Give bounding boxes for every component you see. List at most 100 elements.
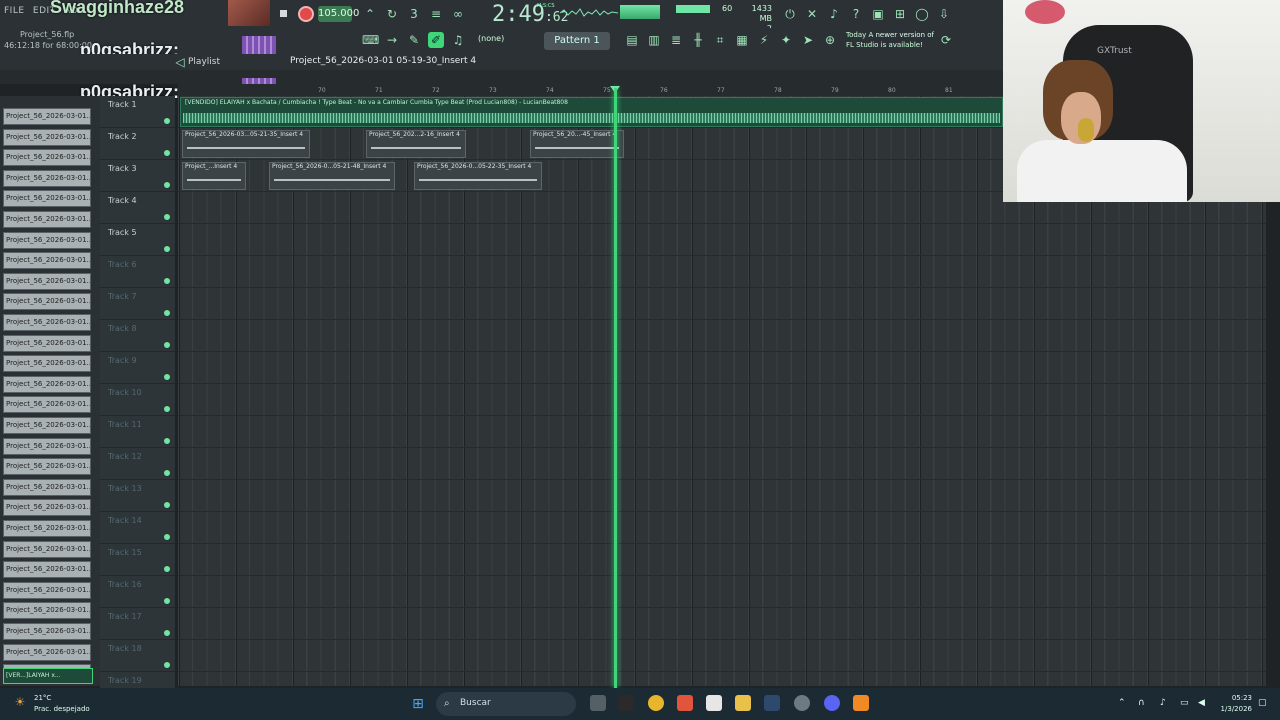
pattern-clip[interactable]: Project_56_20...-45_Insert 4 [530,130,624,158]
tools-icon[interactable]: ✕ [804,6,820,22]
plugin-icon[interactable]: ⌗ [712,32,728,48]
obs-icon[interactable] [794,695,810,711]
folder-icon[interactable] [735,695,751,711]
playhead[interactable] [614,88,617,688]
pattern-list-item[interactable]: Project_56_2026-03-01... [3,623,91,640]
track-header[interactable]: Track 14 [100,512,175,544]
pattern-list-item[interactable]: Project_56_2026-03-01... [3,293,91,311]
pattern-list-item[interactable]: Project_56_2026-03-01... [3,396,91,414]
track-header[interactable]: Track 17 [100,608,175,640]
mixer-sliders-icon[interactable]: ╫ [690,32,706,48]
pattern-list-item[interactable]: Project_56_2026-03-01... [3,540,91,558]
track-mute-led[interactable] [164,406,170,412]
discord-icon[interactable] [824,695,840,711]
notification-icon[interactable]: ▢ [1258,698,1267,708]
browser-icon[interactable]: ▦ [734,32,750,48]
pattern-list-item[interactable]: Project_56_2026-03-01... [3,334,91,352]
cart-icon[interactable]: ⊕ [822,32,838,48]
pattern-clip[interactable]: Project_56_2026-03...05-21-35_Insert 4 [182,130,310,158]
clock[interactable]: 05:23 1/3/2026 [1218,693,1252,715]
save-icon[interactable]: ▣ [870,6,886,22]
pattern-list-item[interactable]: Project_56_2026-03-01... [3,602,91,620]
fl-studio-icon[interactable] [853,695,869,711]
loop-icon[interactable]: ↻ [384,6,400,22]
network-icon[interactable]: ▭ [1180,698,1189,708]
pattern-list-item[interactable]: Project_56_2026-03-01... [3,108,91,125]
speaker-icon[interactable]: ◁ [172,54,188,70]
steam-icon[interactable] [764,695,780,711]
track-header[interactable]: Track 18 [100,640,175,672]
track-header[interactable]: Track 11 [100,416,175,448]
channel-rack-icon[interactable]: ≣ [668,32,684,48]
track-header[interactable]: Track 4 [100,192,175,224]
update-notice[interactable]: Today A newer version of FL Studio is av… [846,30,934,50]
headphones-icon[interactable]: ∩ [1138,698,1145,708]
track-header[interactable]: Track 6 [100,256,175,288]
task-view-icon[interactable] [590,695,606,711]
track-mute-led[interactable] [164,342,170,348]
plug-icon[interactable]: ⚡ [756,32,772,48]
pattern-list-item[interactable]: Project_56_2026-03-01... [3,252,91,270]
selected-clip-item[interactable]: [VER...]LAIYAH x... [3,668,93,684]
pattern-list-item[interactable]: Project_56_2026-03-01... [3,417,91,434]
countdown-icon[interactable]: 3 [406,6,422,22]
arrow-icon[interactable]: ➤ [800,32,816,48]
weather-icon[interactable]: ☀ [12,694,28,710]
chevron-up-icon[interactable]: ⌃ [1118,698,1126,708]
track-header[interactable]: Track 5 [100,224,175,256]
track-header[interactable]: Track 15 [100,544,175,576]
playlist-icon[interactable]: ▤ [624,32,640,48]
track-mute-led[interactable] [164,502,170,508]
mic-icon[interactable]: ♪ [826,6,842,22]
record-button[interactable] [298,6,314,22]
track-header[interactable]: Track 10 [100,384,175,416]
keyboard-icon[interactable]: ⌨ [362,32,379,48]
pattern-list-item[interactable]: Project_56_2026-03-01... [3,190,91,208]
brave-icon[interactable] [677,695,693,711]
track-mute-led[interactable] [164,118,170,124]
pattern-list-item[interactable]: Project_56_2026-03-01... [3,581,91,599]
piano-roll-icon[interactable]: ▥ [646,32,662,48]
pattern-list-item[interactable]: Project_56_2026-03-01... [3,478,91,496]
track-mute-led[interactable] [164,534,170,540]
metronome-icon[interactable]: ⌃ [362,6,378,22]
track-header[interactable]: Track 3 [100,160,175,192]
audio-clip[interactable]: [VENDIDO] ELAIYAH x Bachata / Cumbiacha … [180,97,1003,127]
track-mute-led[interactable] [164,278,170,284]
pattern-list-item[interactable]: Project_56_2026-03-01... [3,561,91,579]
pattern-clip[interactable]: Project_56_202...2-16_Insert 4 [366,130,466,158]
epic-games-icon[interactable] [618,695,634,711]
track-mute-led[interactable] [164,150,170,156]
pattern-list-item[interactable]: Project_56_2026-03-01... [3,169,91,187]
pattern-clip[interactable]: Project_...Insert 4 [182,162,246,190]
track-mute-led[interactable] [164,662,170,668]
pattern-clip[interactable]: Project_56_2026-0...05-22-35_Insert 4 [414,162,542,190]
track-header[interactable]: Track 16 [100,576,175,608]
store-icon[interactable] [706,695,722,711]
download-icon[interactable]: ⇩ [936,6,952,22]
track-mute-led[interactable] [164,374,170,380]
draw-tool-icon[interactable]: ✐ [428,32,444,48]
pattern-clip[interactable]: Project_56_2026-0...05-21-48_Insert 4 [269,162,395,190]
pattern-list-item[interactable]: Project_56_2026-03-01... [3,128,91,146]
search-box[interactable]: ⌕ Buscar [436,692,576,716]
track-mute-led[interactable] [164,214,170,220]
track-header[interactable]: Track 13 [100,480,175,512]
track-mute-led[interactable] [164,630,170,636]
pattern-selector[interactable]: Pattern 1 [544,32,610,50]
pin-icon[interactable]: ✦ [778,32,794,48]
track-mute-led[interactable] [164,470,170,476]
mic-tray-icon[interactable]: ♪ [1160,698,1166,708]
power-icon[interactable]: ⏻ [782,6,798,22]
track-mute-led[interactable] [164,438,170,444]
track-header[interactable]: Track 1 [100,96,175,128]
stamp-icon[interactable]: ♫ [450,32,466,48]
track-mute-led[interactable] [164,566,170,572]
step-edit-icon[interactable]: ≡ [428,6,444,22]
snap-select[interactable]: (none) [478,34,504,43]
pattern-list-item[interactable]: Project_56_2026-03-01... [3,499,91,517]
start-icon[interactable]: ⊞ [410,696,426,712]
pattern-list-item[interactable]: Project_56_2026-03-01... [3,437,91,455]
pattern-list-item[interactable]: Project_56_2026-03-01... [3,231,91,249]
blend-icon[interactable]: ∞ [450,6,466,22]
